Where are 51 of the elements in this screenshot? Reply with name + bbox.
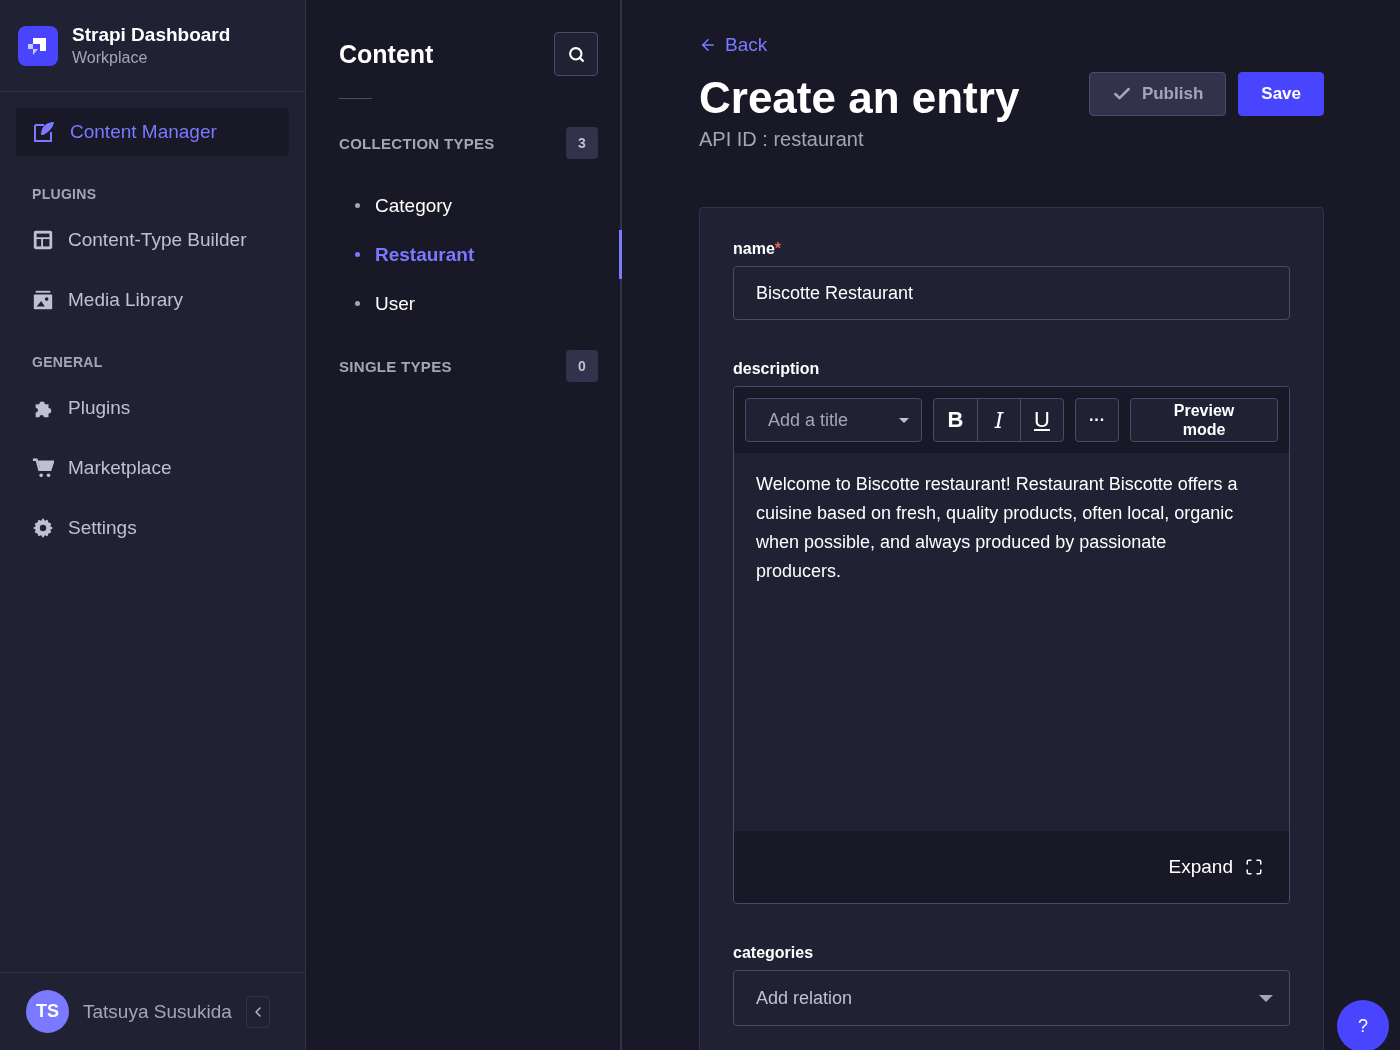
nav-item[interactable]: Plugins bbox=[16, 384, 289, 432]
user-name: Tatsuya Susukida bbox=[83, 1000, 232, 1023]
image-icon bbox=[32, 289, 54, 311]
section-heading: PLUGINS bbox=[31, 185, 98, 204]
heading-select[interactable]: Add a title bbox=[745, 398, 922, 443]
group-heading: COLLECTION TYPES bbox=[339, 134, 495, 152]
field-label: description bbox=[733, 360, 821, 379]
search-button[interactable] bbox=[554, 32, 598, 76]
relation-select[interactable]: Add relation bbox=[733, 970, 1290, 1027]
page-subtitle: API ID : restaurant bbox=[699, 128, 865, 152]
expand-button[interactable]: Expand bbox=[1162, 855, 1269, 880]
count-badge: 0 bbox=[566, 350, 598, 382]
page-title: Create an entry bbox=[699, 74, 1020, 123]
field-label: categories bbox=[733, 944, 815, 963]
nav-item[interactable]: Content Manager bbox=[16, 108, 289, 156]
edit-icon bbox=[32, 120, 56, 144]
expand-icon bbox=[1245, 858, 1263, 877]
save-button[interactable]: Save bbox=[1238, 72, 1324, 116]
name-input[interactable]: Biscotte Restaurant bbox=[733, 266, 1290, 321]
bold-button[interactable]: B bbox=[934, 399, 977, 442]
caret-icon bbox=[1259, 994, 1273, 1002]
collapse-button[interactable] bbox=[245, 995, 270, 1028]
back-link[interactable]: Back bbox=[699, 34, 768, 56]
search-icon bbox=[567, 45, 585, 63]
nav-item[interactable]: Media Library bbox=[16, 276, 289, 324]
layout-icon bbox=[32, 229, 54, 251]
settings-icon bbox=[32, 517, 54, 539]
caret-icon bbox=[899, 417, 909, 423]
collection-type-link[interactable]: User bbox=[339, 279, 598, 328]
cart-icon bbox=[32, 457, 54, 479]
underline-button[interactable]: U bbox=[1020, 399, 1063, 442]
nav-item[interactable]: Content-Type Builder bbox=[16, 216, 289, 264]
active-indicator bbox=[619, 230, 622, 279]
collection-type-link[interactable]: Restaurant bbox=[339, 230, 598, 279]
brand-title: Strapi Dashboard bbox=[72, 24, 231, 46]
count-badge: 3 bbox=[566, 127, 598, 159]
panel-title: Content bbox=[339, 39, 434, 69]
group-heading: SINGLE TYPES bbox=[339, 357, 452, 375]
nav-item[interactable]: Marketplace bbox=[16, 444, 289, 492]
publish-button[interactable]: Publish bbox=[1088, 72, 1227, 116]
preview-mode-button[interactable]: Preview mode bbox=[1130, 398, 1278, 443]
section-heading: GENERAL bbox=[31, 353, 104, 372]
help-button[interactable]: ? bbox=[1337, 1000, 1389, 1050]
field-label: name* bbox=[733, 240, 783, 259]
collection-type-link[interactable]: Category bbox=[339, 181, 598, 230]
italic-button[interactable]: I bbox=[977, 399, 1020, 442]
brand-subtitle: Workplace bbox=[72, 49, 149, 67]
nav-item[interactable]: Settings bbox=[16, 504, 289, 552]
more-button[interactable]: ··· bbox=[1075, 398, 1119, 443]
logo-icon bbox=[18, 25, 58, 66]
user-avatar: TS bbox=[26, 990, 69, 1033]
